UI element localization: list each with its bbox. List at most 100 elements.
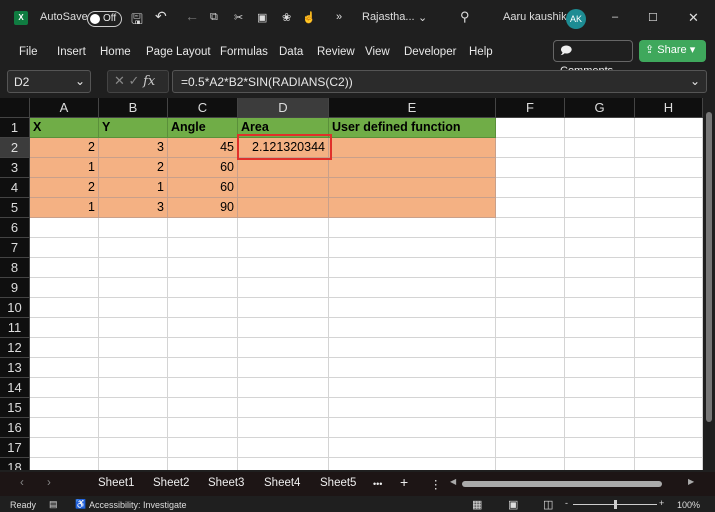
autosave-toggle[interactable]: Off xyxy=(87,11,122,27)
cell[interactable] xyxy=(635,298,703,318)
tab-formulas[interactable]: Formulas xyxy=(220,46,268,58)
row-header-14[interactable]: 14 xyxy=(0,378,30,398)
row-header-11[interactable]: 11 xyxy=(0,318,30,338)
tab-page-layout[interactable]: Page Layout xyxy=(146,46,211,58)
tab-review[interactable]: Review xyxy=(317,46,355,58)
cut-icon[interactable]: ✂ xyxy=(234,11,243,24)
tab-data[interactable]: Data xyxy=(279,46,303,58)
more-commands[interactable]: » xyxy=(336,11,342,23)
cell[interactable] xyxy=(565,298,635,318)
cell[interactable] xyxy=(99,358,168,378)
cell[interactable] xyxy=(635,318,703,338)
undo-icon[interactable]: ↶ xyxy=(155,8,167,25)
cell[interactable] xyxy=(329,458,496,470)
cell[interactable] xyxy=(635,458,703,470)
cell[interactable] xyxy=(30,298,99,318)
cell[interactable] xyxy=(30,438,99,458)
cancel-icon[interactable]: ✕ xyxy=(114,73,125,88)
cell[interactable] xyxy=(238,358,329,378)
insert-function-button[interactable]: fx xyxy=(143,74,155,89)
row-header-4[interactable]: 4 xyxy=(0,178,30,198)
cell[interactable] xyxy=(329,158,496,178)
cell[interactable] xyxy=(99,258,168,278)
cell[interactable] xyxy=(168,438,238,458)
accessibility-status[interactable]: Accessibility: Investigate xyxy=(89,500,187,510)
cell-A3[interactable]: 1 xyxy=(30,158,99,178)
cell[interactable] xyxy=(496,318,565,338)
column-header-E[interactable]: E xyxy=(329,98,496,118)
row-header-13[interactable]: 13 xyxy=(0,358,30,378)
row-header-2[interactable]: 2 xyxy=(0,138,30,158)
row-header-8[interactable]: 8 xyxy=(0,258,30,278)
cell[interactable] xyxy=(329,238,496,258)
prev-sheet-button[interactable]: ‹ xyxy=(20,477,24,489)
cell[interactable] xyxy=(565,198,635,218)
cell-B1[interactable]: Y xyxy=(99,118,168,138)
cell-C4[interactable]: 60 xyxy=(168,178,238,198)
column-header-B[interactable]: B xyxy=(99,98,168,118)
cell[interactable] xyxy=(238,238,329,258)
row-header-17[interactable]: 17 xyxy=(0,438,30,458)
cell[interactable] xyxy=(238,198,329,218)
touch-mode-icon[interactable]: ☝ xyxy=(302,11,316,24)
cell[interactable] xyxy=(496,138,565,158)
cell[interactable] xyxy=(30,278,99,298)
cell-A2[interactable]: 2 xyxy=(30,138,99,158)
cell[interactable] xyxy=(168,278,238,298)
cell[interactable] xyxy=(496,278,565,298)
cell[interactable] xyxy=(329,218,496,238)
cell[interactable] xyxy=(565,338,635,358)
cell[interactable] xyxy=(168,298,238,318)
page-layout-view-icon[interactable]: ▣ xyxy=(508,498,518,511)
cell[interactable] xyxy=(496,358,565,378)
tab-insert[interactable]: Insert xyxy=(57,46,86,58)
row-header-3[interactable]: 3 xyxy=(0,158,30,178)
cell[interactable] xyxy=(30,218,99,238)
vertical-scrollbar[interactable] xyxy=(703,98,715,470)
cell[interactable] xyxy=(329,258,496,278)
tab-home[interactable]: Home xyxy=(100,46,131,58)
tab-file[interactable]: File xyxy=(19,46,38,58)
filename[interactable]: Rajastha... xyxy=(362,11,415,23)
cell[interactable] xyxy=(329,318,496,338)
cell[interactable] xyxy=(99,338,168,358)
cell[interactable] xyxy=(635,158,703,178)
cell[interactable] xyxy=(496,238,565,258)
cell[interactable] xyxy=(168,238,238,258)
cell[interactable] xyxy=(635,438,703,458)
cell[interactable] xyxy=(238,278,329,298)
cell[interactable] xyxy=(238,398,329,418)
cell[interactable] xyxy=(30,338,99,358)
maximize-button[interactable]: ☐ xyxy=(648,11,658,24)
sheet-tab[interactable]: Sheet2 xyxy=(153,477,189,489)
sheet-tab[interactable]: Sheet1 xyxy=(98,477,134,489)
cell[interactable] xyxy=(565,118,635,138)
normal-view-icon[interactable]: ▦ xyxy=(472,498,482,511)
cell[interactable] xyxy=(99,238,168,258)
cell[interactable] xyxy=(635,418,703,438)
cell[interactable] xyxy=(329,398,496,418)
cell[interactable] xyxy=(30,358,99,378)
cell[interactable] xyxy=(565,418,635,438)
cell[interactable] xyxy=(635,238,703,258)
accessibility-icon[interactable]: ♿ xyxy=(75,499,86,510)
cell-C2[interactable]: 45 xyxy=(168,138,238,158)
cell[interactable] xyxy=(329,298,496,318)
cell[interactable] xyxy=(496,198,565,218)
sheet-tab[interactable]: Sheet5 xyxy=(320,477,356,489)
cell[interactable] xyxy=(329,418,496,438)
cell[interactable] xyxy=(238,318,329,338)
cell[interactable] xyxy=(238,178,329,198)
cell[interactable] xyxy=(496,178,565,198)
cell[interactable] xyxy=(99,218,168,238)
tab-help[interactable]: Help xyxy=(469,46,493,58)
cell-A4[interactable]: 2 xyxy=(30,178,99,198)
cell[interactable] xyxy=(99,378,168,398)
cell-A5[interactable]: 1 xyxy=(30,198,99,218)
cell-B4[interactable]: 1 xyxy=(99,178,168,198)
cell[interactable] xyxy=(565,318,635,338)
cell-A1[interactable]: X xyxy=(30,118,99,138)
cell[interactable] xyxy=(635,258,703,278)
minimize-button[interactable]: – xyxy=(612,11,618,23)
avatar[interactable]: AK xyxy=(566,9,586,29)
